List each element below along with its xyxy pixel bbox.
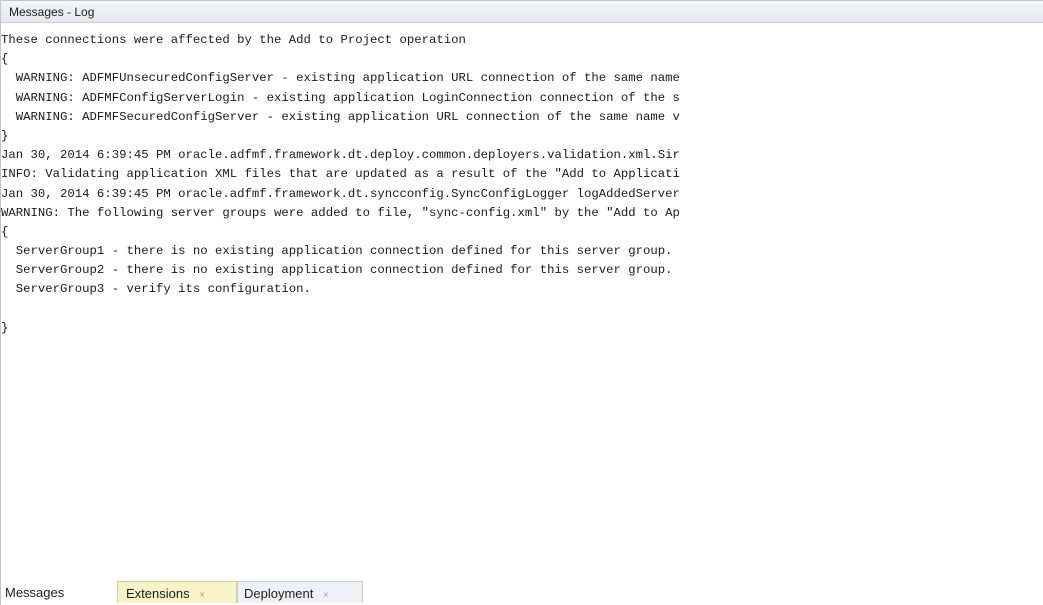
log-line: WARNING: The following server groups wer… bbox=[1, 205, 680, 220]
tab-extensions-label: Extensions bbox=[126, 586, 190, 601]
tab-messages[interactable]: Messages bbox=[3, 581, 111, 603]
log-line: These connections were affected by the A… bbox=[1, 33, 466, 47]
log-line: WARNING: ADFMFConfigServerLogin - existi… bbox=[1, 90, 680, 105]
log-title: Messages - Log bbox=[9, 5, 95, 19]
log-line: { bbox=[1, 224, 9, 239]
log-line: ServerGroup2 - there is no existing appl… bbox=[1, 263, 673, 278]
log-titlebar[interactable]: Messages - Log bbox=[1, 1, 1043, 23]
tab-extensions[interactable]: Extensions × bbox=[117, 581, 237, 603]
log-line: } bbox=[1, 320, 9, 335]
log-line: WARNING: ADFMFUnsecuredConfigServer - ex… bbox=[1, 71, 680, 86]
close-icon[interactable]: × bbox=[199, 590, 205, 601]
log-line: } bbox=[1, 128, 9, 143]
close-icon[interactable]: × bbox=[323, 590, 329, 601]
tab-deployment[interactable]: Deployment × bbox=[237, 581, 363, 603]
tab-messages-label: Messages bbox=[5, 585, 65, 600]
tab-deployment-label: Deployment bbox=[244, 586, 314, 601]
log-line: WARNING: ADFMFSecuredConfigServer - exis… bbox=[1, 109, 680, 124]
log-line: INFO: Validating application XML files t… bbox=[1, 167, 680, 182]
log-output[interactable]: These connections were affected by the A… bbox=[1, 31, 1043, 571]
log-line: ServerGroup3 - verify its configuration. bbox=[1, 282, 311, 297]
bottom-tab-bar: Messages Extensions × Deployment × bbox=[1, 579, 1043, 605]
messages-log-window: Messages - Log These connections were af… bbox=[0, 0, 1043, 605]
log-line: Jan 30, 2014 6:39:45 PM oracle.adfmf.fra… bbox=[1, 148, 680, 163]
log-line: { bbox=[1, 52, 9, 67]
log-line: ServerGroup1 - there is no existing appl… bbox=[1, 244, 673, 259]
log-line: Jan 30, 2014 6:39:45 PM oracle.adfmf.fra… bbox=[1, 186, 680, 201]
